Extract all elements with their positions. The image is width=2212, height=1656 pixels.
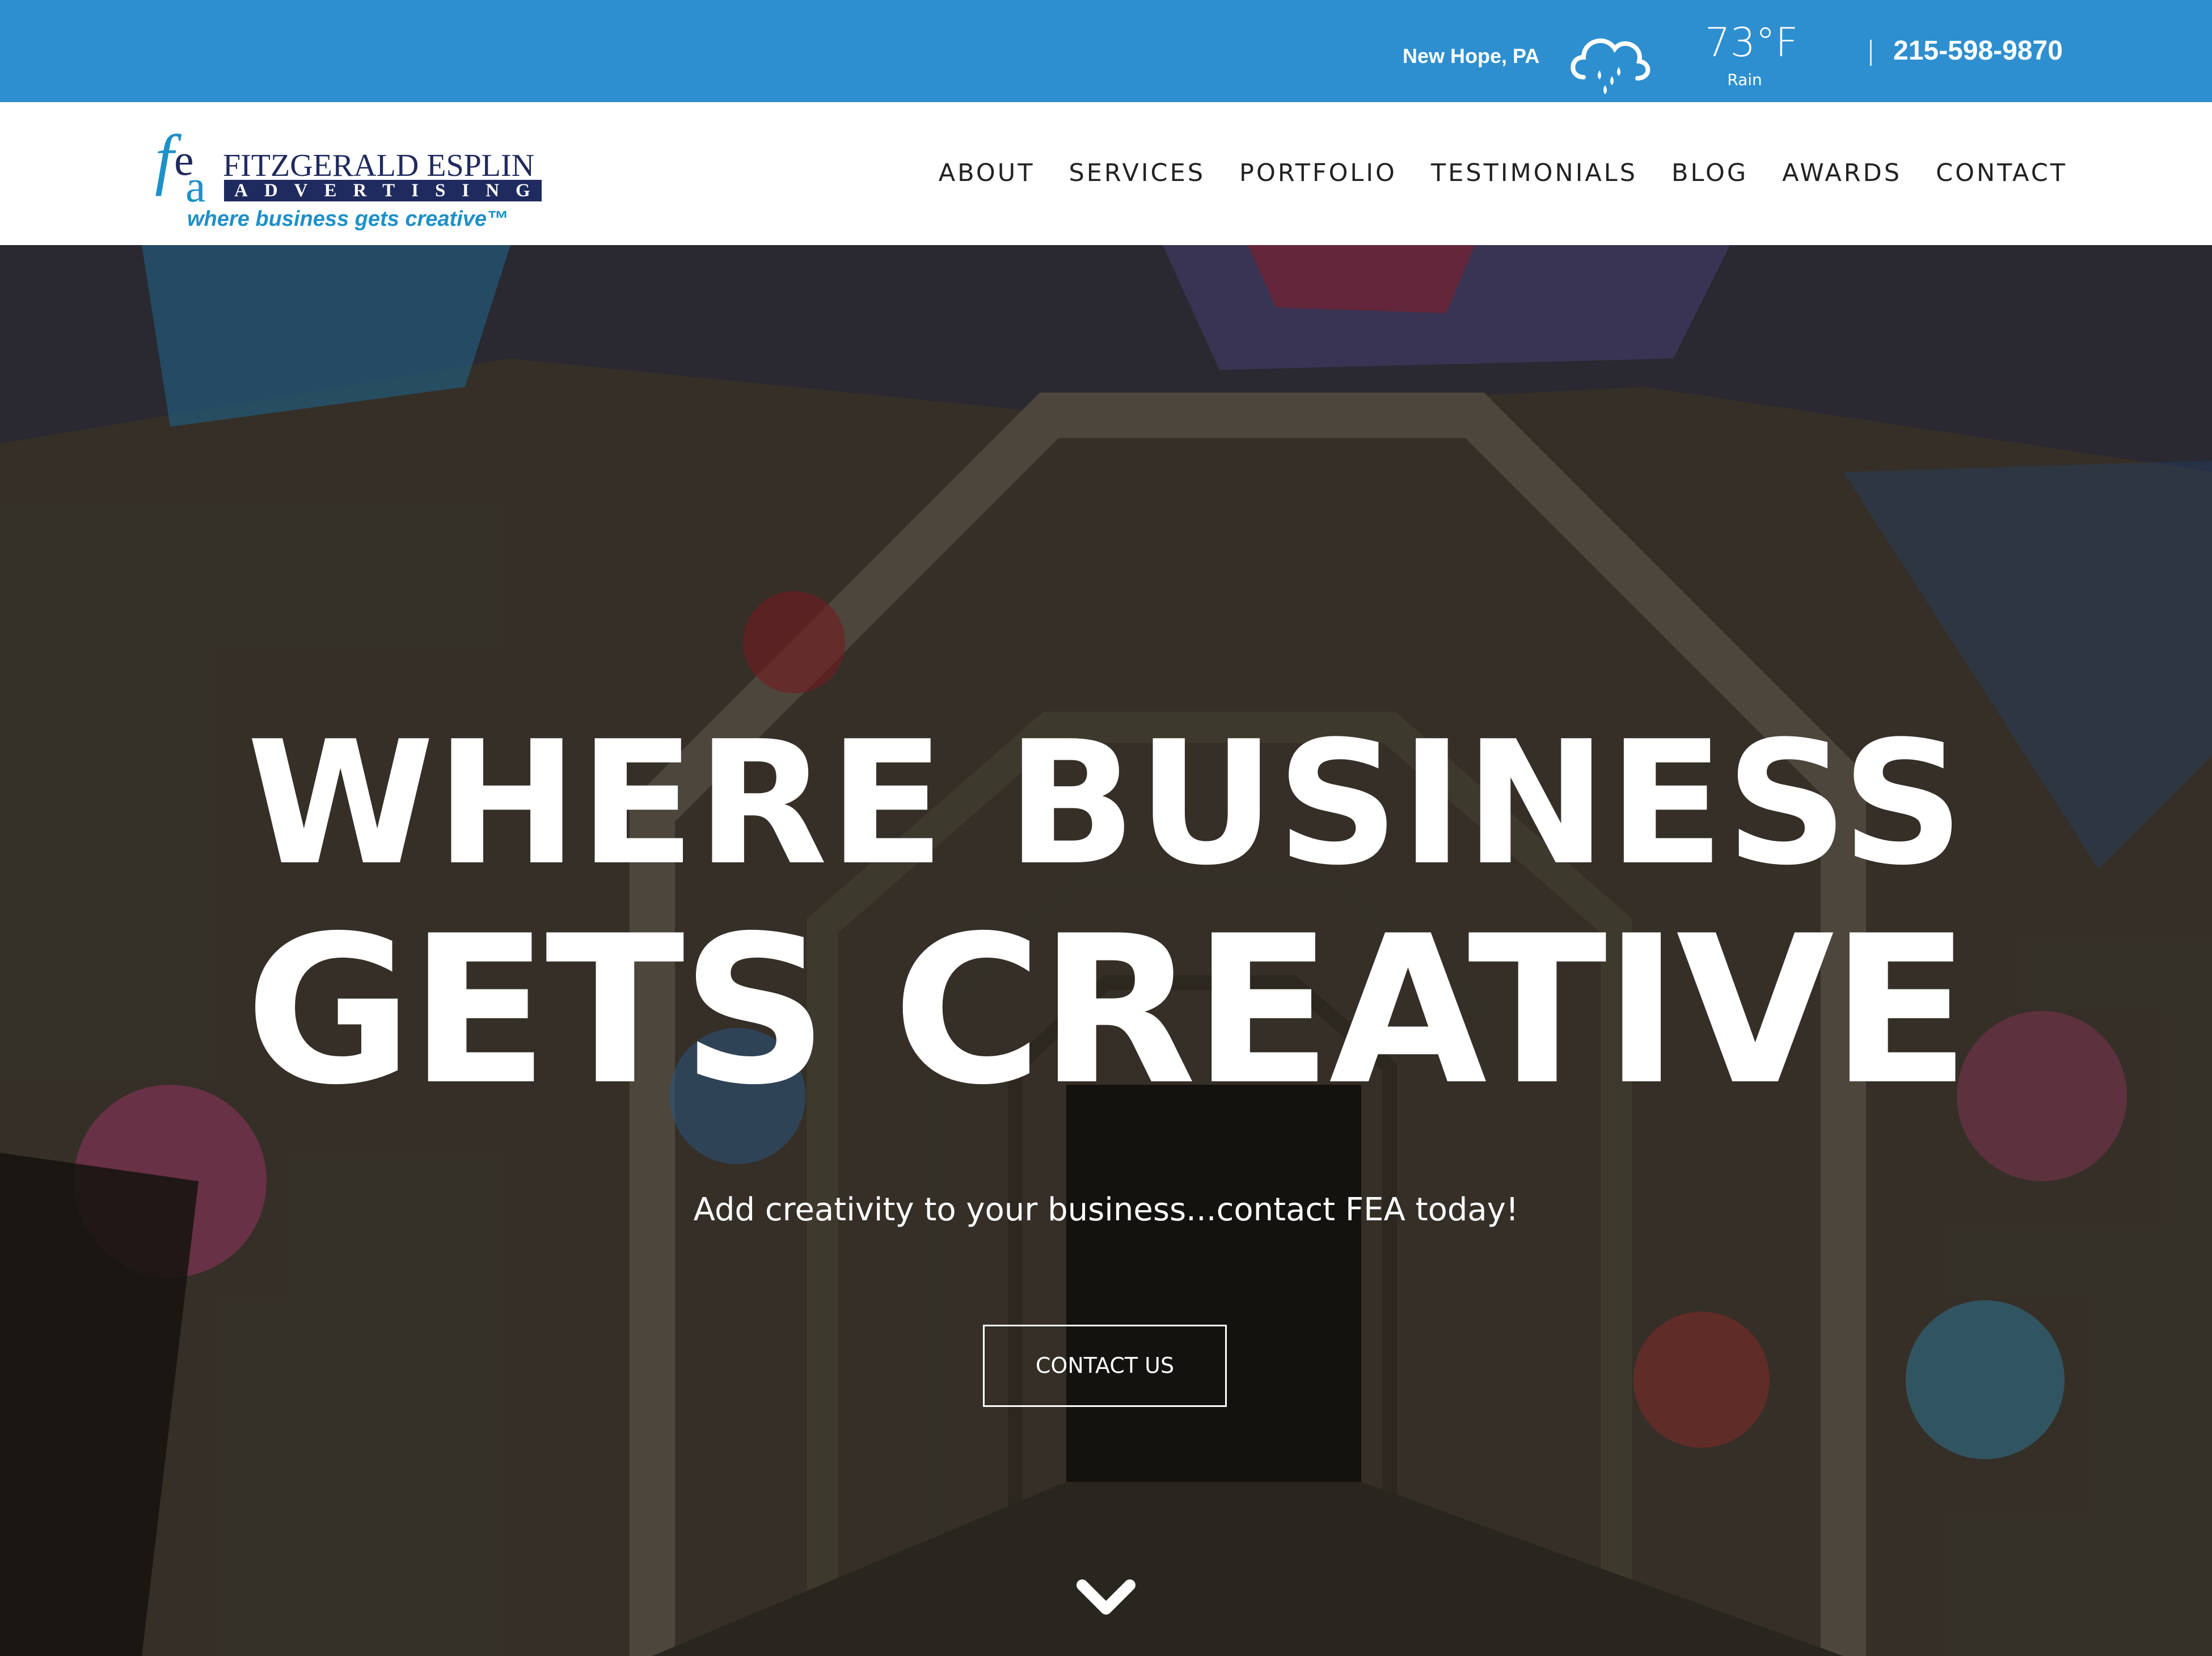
main-nav: ABOUT SERVICES PORTFOLIO TESTIMONIALS BL… [939,159,2067,187]
logo-advertising: ADVERTISING [224,180,542,201]
logo-company-name: FITZGERALD ESPLIN [223,148,535,183]
weather-condition: Rain [1727,70,1762,89]
nav-item-blog[interactable]: BLOG [1671,159,1748,187]
hero-headline-line1: WHERE BUSINESS [247,705,1965,903]
hero-headline-line2: GETS CREATIVE [245,892,1970,1130]
nav-item-services[interactable]: SERVICES [1069,159,1205,187]
temperature: 73°F [1705,19,1799,66]
hero-subheadline: Add creativity to your business...contac… [693,1191,1519,1228]
nav-item-portfolio[interactable]: PORTFOLIO [1239,159,1397,187]
logo-tagline: where business gets creative™ [187,207,509,231]
location-text: New Hope, PA [1403,44,1540,68]
rain-cloud-icon [1571,38,1650,94]
chevron-down-icon[interactable] [1077,1577,1135,1618]
svg-text:a: a [185,162,206,207]
contact-us-button[interactable]: CONTACT US [983,1325,1227,1407]
nav-item-contact[interactable]: CONTACT [1936,159,2067,187]
hero-section: WHERE BUSINESS GETS CREATIVE Add creativ… [0,245,2212,1656]
nav-item-awards[interactable]: AWARDS [1782,159,1902,187]
divider [1870,40,1872,66]
nav-item-testimonials[interactable]: TESTIMONIALS [1431,159,1637,187]
nav-item-about[interactable]: ABOUT [939,159,1035,187]
top-bar: New Hope, PA 73°F Rain 215-598-9870 [0,0,2212,102]
company-logo[interactable]: f e a FITZGERALD ESPLIN ADVERTISING wher… [150,116,547,233]
phone-link[interactable]: 215-598-9870 [1893,35,2063,66]
header-nav-bar: f e a FITZGERALD ESPLIN ADVERTISING wher… [0,102,2212,245]
fea-logo-mark: f e a [155,121,206,207]
